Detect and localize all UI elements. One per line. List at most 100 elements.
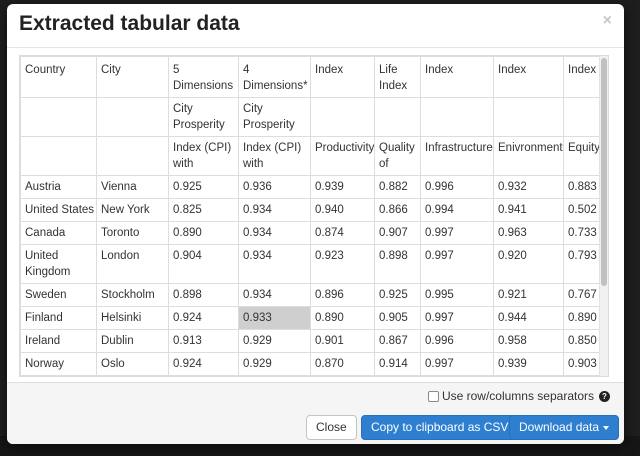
table-cell: 0.767: [563, 283, 600, 307]
table-scroll-area[interactable]: Country City 5 Dimensions 4 Dimensions* Inde…: [20, 56, 600, 376]
table-header-cell: City Prosperity: [168, 97, 239, 137]
table-cell: 0.883: [563, 175, 600, 199]
modal-header: Extracted tabular data ×: [7, 4, 624, 48]
table-cell: 0.996: [420, 329, 494, 353]
table-header-cell: [563, 97, 600, 137]
table-row: United States New York 0.825 0.934 0.940 0.86…: [20, 198, 600, 222]
separator-checkbox[interactable]: [427, 390, 439, 402]
table-cell: 0.896: [310, 283, 375, 307]
table-row: Finland Helsinki 0.924 0.933 0.890 0.905 0.997…: [20, 306, 600, 330]
table-cell: Canada: [20, 221, 97, 245]
table-cell: 0.924: [168, 352, 239, 376]
table-cell: 0.934: [238, 198, 311, 222]
table-cell: 0.936: [238, 175, 311, 199]
table-cell: 0.924: [168, 306, 239, 330]
close-icon[interactable]: ×: [603, 13, 612, 29]
table-header-cell: City: [96, 56, 169, 98]
close-button[interactable]: Close: [306, 415, 357, 440]
table-cell-selected: 0.933: [238, 306, 311, 330]
table-cell: 0.995: [420, 283, 494, 307]
table-cell: 0.932: [493, 175, 564, 199]
table-cell: 0.921: [493, 283, 564, 307]
table-header-cell: Index (CPI) with: [168, 136, 239, 176]
table-cell: 0.882: [374, 175, 421, 199]
table-cell: 0.890: [563, 306, 600, 330]
table-header-cell: [20, 136, 97, 176]
table-cell: 0.793: [563, 244, 600, 284]
table-cell: 0.903: [563, 352, 600, 376]
table-cell: 0.898: [374, 244, 421, 284]
table-cell: 0.502: [563, 198, 600, 222]
table-cell: 0.925: [374, 375, 421, 376]
table-cell: 0.997: [420, 306, 494, 330]
copy-csv-button[interactable]: Copy to clipboard as CSV: [361, 415, 519, 440]
table-cell: Toronto: [96, 221, 169, 245]
table-header-cell: [96, 97, 169, 137]
table-header-row: Country City 5 Dimensions 4 Dimensions* Inde…: [20, 56, 600, 98]
table-row: Ireland Dublin 0.913 0.929 0.901 0.867 0.996 0.…: [20, 329, 600, 353]
table-header-cell: Productivity: [310, 136, 375, 176]
download-data-button[interactable]: Download data: [509, 415, 620, 440]
table-cell: Stockholm: [96, 283, 169, 307]
table-cell: 0.996: [420, 175, 494, 199]
table-cell: 0.874: [310, 221, 375, 245]
table-cell: 0.997: [420, 244, 494, 284]
table-header-cell: [493, 97, 564, 137]
table-cell: 0.939: [493, 352, 564, 376]
table-cell: 0.996: [420, 375, 494, 376]
table-row: Canada Toronto 0.890 0.934 0.874 0.907 0.997 0.…: [20, 221, 600, 245]
table-header-cell: Infrastructure: [420, 136, 494, 176]
table-header-cell: 4 Dimensions*: [238, 56, 311, 98]
separator-option[interactable]: Use row/columns separators ?: [427, 389, 610, 403]
vertical-scrollbar[interactable]: [599, 56, 608, 376]
table-cell: 0.914: [374, 352, 421, 376]
table-cell: Norway: [20, 352, 97, 376]
help-icon[interactable]: ?: [599, 390, 610, 402]
table-cell: 0.925: [168, 175, 239, 199]
table-cell: London: [96, 244, 169, 284]
table-cell: Oslo: [96, 352, 169, 376]
table-cell: 0.897: [168, 375, 239, 376]
table-header-cell: Life Index: [374, 56, 421, 98]
table-cell: 0.940: [310, 198, 375, 222]
download-data-label: Download data: [519, 420, 600, 434]
modal-footer: Use row/columns separators ? Close Copy …: [7, 382, 624, 444]
table-cell: 0.939: [310, 175, 375, 199]
extracted-data-modal: Extracted tabular data × Country City 5 Di…: [7, 4, 624, 444]
table-cell: 0.901: [310, 329, 375, 353]
table-cell: 0.898: [168, 283, 239, 307]
table-cell: Ireland: [20, 329, 97, 353]
table-cell: 0.927: [238, 375, 311, 376]
table-cell: 0.934: [238, 221, 311, 245]
table-row: FranceParis0.8970.9270.8950.9250.9960.89…: [20, 375, 600, 376]
table-header-cell: [374, 97, 421, 137]
table-header-row: Index (CPI) with Index (CPI) with Producti…: [20, 136, 600, 176]
table-cell: 0.925: [374, 283, 421, 307]
separator-option-label: Use row/columns separators: [441, 389, 594, 403]
table-cell: 0.905: [374, 306, 421, 330]
table-cell: 0.825: [168, 198, 239, 222]
table-cell: 0.895: [310, 375, 375, 376]
table-cell: United States: [20, 198, 97, 222]
table-cell: New York: [96, 198, 169, 222]
table-cell: France: [20, 375, 97, 376]
table-cell: 0.913: [168, 329, 239, 353]
scrollbar-thumb[interactable]: [601, 58, 607, 286]
table-header-row: City Prosperity City Prosperity: [20, 97, 600, 137]
table-header-cell: City Prosperity: [238, 97, 311, 137]
table-cell: 0.904: [168, 244, 239, 284]
table-cell: 0.941: [493, 198, 564, 222]
table-cell: 0.870: [310, 352, 375, 376]
table-cell: Finland: [20, 306, 97, 330]
table-container[interactable]: Country City 5 Dimensions 4 Dimensions* Inde…: [19, 55, 609, 377]
modal-title: Extracted tabular data: [19, 12, 240, 35]
table-cell: 0.788: [563, 375, 600, 376]
table-cell: 0.997: [420, 221, 494, 245]
table-cell: 0.994: [420, 198, 494, 222]
table-cell: 0.934: [238, 283, 311, 307]
table-row: Austria Vienna 0.925 0.936 0.939 0.882 0.996 0.…: [20, 175, 600, 199]
caret-down-icon: [603, 425, 610, 430]
table-cell: 0.895: [493, 375, 564, 376]
table-cell: Dublin: [96, 329, 169, 353]
table-header-cell: [20, 97, 97, 137]
